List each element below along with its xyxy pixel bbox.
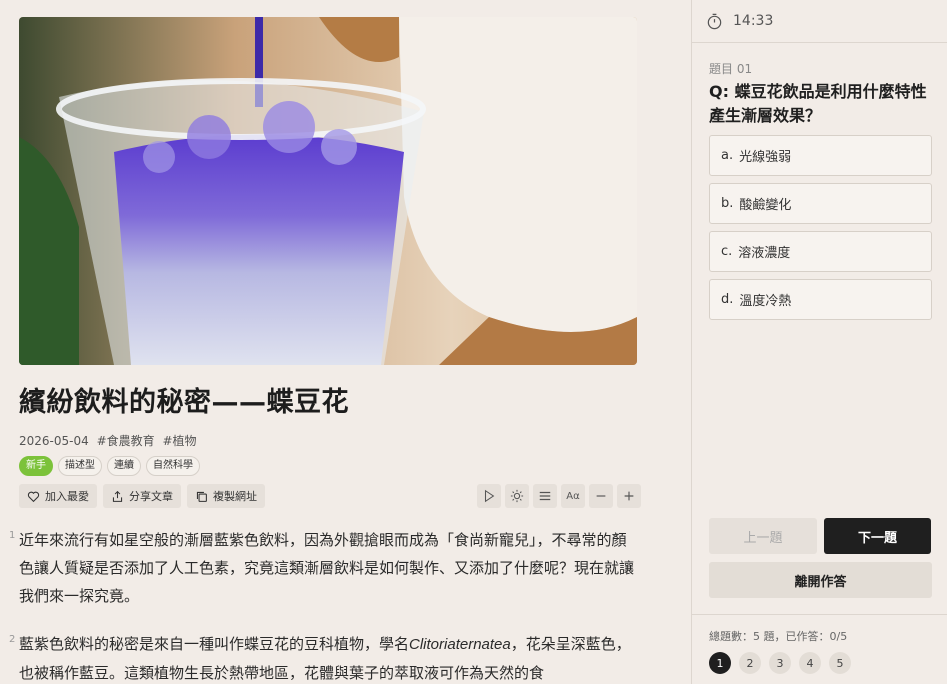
option-b[interactable]: b. 酸鹼變化 [709,183,932,224]
copy-label: 複製網址 [213,490,257,503]
stopwatch-icon [707,13,722,29]
answer-options: a. 光線強弱 b. 酸鹼變化 c. 溶液濃度 d. 溫度冷熱 [709,135,932,327]
option-key: c. [721,244,733,259]
article-title: 繽紛飲料的秘密——蝶豆花 [19,387,349,418]
paragraph-number: 2 [9,634,16,645]
plus-icon [624,491,634,501]
paragraph-number: 1 [9,530,16,541]
article: 繽紛飲料的秘密——蝶豆花 2026-05-04 #食農教育 #植物 新手 描述型… [0,0,691,684]
page-dot[interactable]: 3 [769,652,791,674]
answer-summary: 總題數：5 題，已作答：0/5 [709,630,848,643]
question-text: Q: 蝶豆花飲品是利用什麼特性產生漸層效果？ [709,82,927,125]
question-nav: 上一題 下一題 [709,518,932,554]
copy-url-button[interactable]: 複製網址 [187,484,265,508]
option-text: 酸鹼變化 [739,198,792,213]
share-icon [112,490,123,502]
reader-tools: Aα [477,484,641,508]
level-badge: 新手 [19,456,53,476]
list-icon [539,491,551,501]
favorite-label: 加入最愛 [45,490,89,503]
page-dot[interactable]: 5 [829,652,851,674]
option-c[interactable]: c. 溶液濃度 [709,231,932,272]
tag-list: 新手 描述型 連續 自然科學 [19,456,200,476]
page-dot[interactable]: 4 [799,652,821,674]
brightness-button[interactable] [505,484,529,508]
copy-icon [196,491,207,502]
favorite-button[interactable]: 加入最愛 [19,484,97,508]
paragraph: 1 近年來流行有如星空般的漸層藍紫色飲料，因為外觀搶眼而成為「食尚新寵兒」，不尋… [9,526,641,610]
category-link[interactable]: #植物 [162,434,196,448]
option-key: d. [721,292,734,307]
page-dot[interactable]: 2 [739,652,761,674]
page-dot[interactable]: 1 [709,652,731,674]
paragraph-text: 近年來流行有如星空般的漸層藍紫色飲料，因為外觀搶眼而成為「食尚新寵兒」，不尋常的… [19,531,635,605]
option-key: b. [721,196,734,211]
question-pager: 1 2 3 4 5 [709,652,851,674]
font-size-button[interactable]: Aα [561,484,585,508]
heart-icon [27,491,40,502]
paragraph: 2 藍紫色飲料的秘密是來自一種叫作蝶豆花的豆科植物，學名Clitoriatern… [9,630,641,684]
category-link[interactable]: #食農教育 [97,434,155,448]
timer: 14:33 [692,0,947,43]
quiz-panel: 14:33 題目 01 Q: 蝶豆花飲品是利用什麼特性產生漸層效果？ a. 光線強… [691,0,947,684]
brightness-icon [510,489,524,503]
butterfly-pea-drink-image [19,17,637,365]
leave-quiz-button[interactable]: 離開作答 [709,562,932,598]
minus-icon [596,495,606,497]
decrease-font-button[interactable] [589,484,613,508]
tag: 描述型 [58,456,102,476]
hero-image [19,17,637,365]
share-label: 分享文章 [129,490,173,503]
option-d[interactable]: d. 溫度冷熱 [709,279,932,320]
option-text: 溶液濃度 [738,246,791,261]
scientific-name: Clitoriaternatea [409,636,511,653]
share-button[interactable]: 分享文章 [103,484,181,508]
option-text: 溫度冷熱 [739,294,792,309]
article-date: 2026-05-04 [19,434,89,448]
tag: 連續 [107,456,141,476]
option-text: 光線強弱 [739,150,792,165]
option-a[interactable]: a. 光線強弱 [709,135,932,176]
paragraph-text: 藍紫色飲料的秘密是來自一種叫作蝶豆花的豆科植物，學名 [19,635,410,653]
next-question-button[interactable]: 下一題 [824,518,931,554]
question-number: 題目 01 [709,62,753,76]
prev-question-button[interactable]: 上一題 [709,518,817,554]
article-meta: 2026-05-04 #食農教育 #植物 [19,432,197,449]
tag: 自然科學 [146,456,200,476]
list-button[interactable] [533,484,557,508]
play-icon [484,489,495,503]
article-actions: 加入最愛 分享文章 複製網址 [19,484,265,508]
quiz-footer: 總題數：5 題，已作答：0/5 1 2 3 4 5 [692,614,947,684]
increase-font-button[interactable] [617,484,641,508]
play-button[interactable] [477,484,501,508]
option-key: a. [721,148,734,163]
timer-value: 14:33 [733,13,774,29]
